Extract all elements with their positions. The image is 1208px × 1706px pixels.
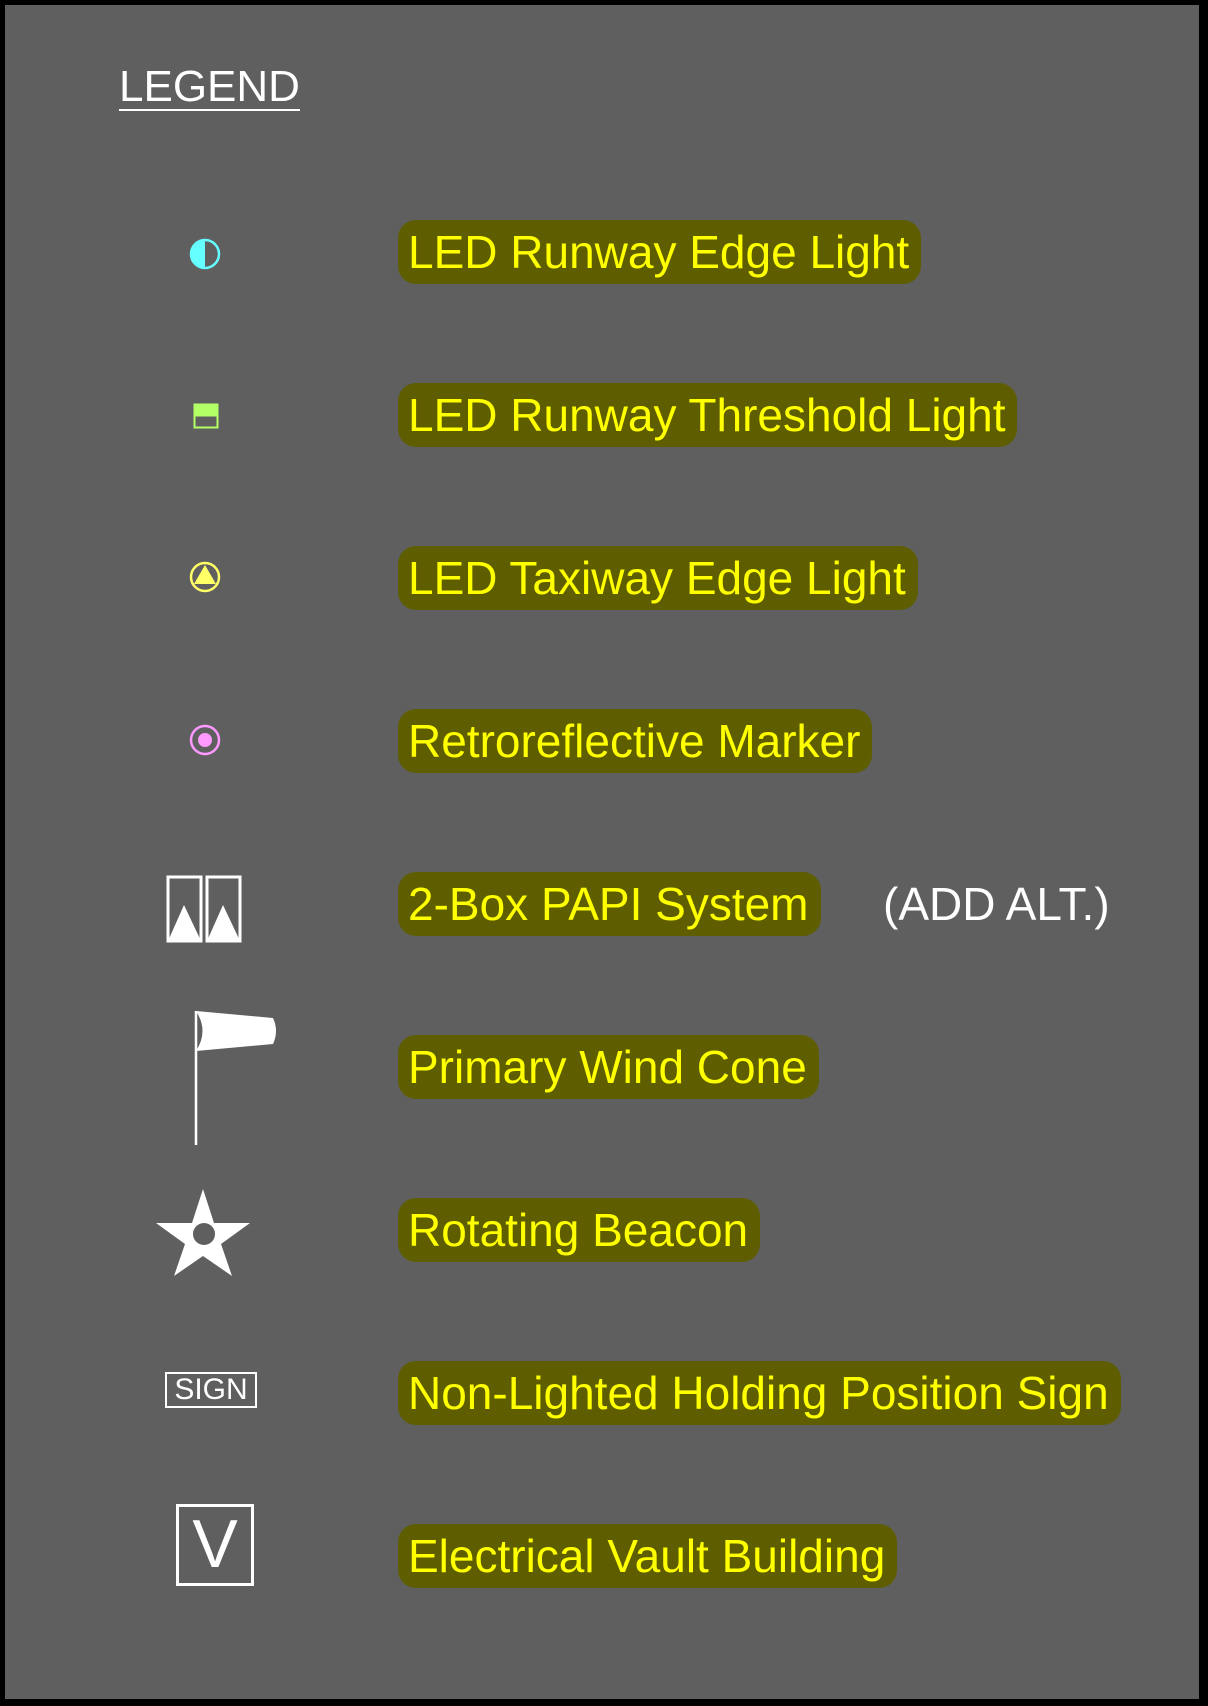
retroreflective-marker-icon	[189, 724, 221, 756]
legend-row-holding-position-sign: SIGN Non-Lighted Holding Position Sign	[5, 1358, 1203, 1428]
papi-icon	[166, 875, 242, 943]
legend-row-retroreflective-marker: Retroreflective Marker	[5, 706, 1203, 776]
add-alternate-note: (ADD ALT.)	[883, 878, 1110, 930]
legend-label: Retroreflective Marker	[398, 709, 873, 773]
sign-icon: SIGN	[165, 1372, 257, 1408]
legend-title: LEGEND	[119, 62, 300, 111]
legend-label: LED Runway Threshold Light	[398, 383, 1018, 447]
legend-label: LED Runway Edge Light	[398, 220, 922, 284]
legend-label: 2-Box PAPI System	[398, 872, 821, 936]
vault-icon: V	[176, 1504, 254, 1586]
led-taxiway-edge-light-icon	[189, 561, 221, 593]
legend-row-electrical-vault-building: V Electrical Vault Building	[5, 1504, 1203, 1591]
legend-row-led-taxiway-edge-light: LED Taxiway Edge Light	[5, 543, 1203, 613]
legend-panel: LEGEND LED Runway Edge Light LED Runway …	[3, 3, 1201, 1701]
legend-label: Rotating Beacon	[398, 1198, 761, 1262]
legend-row-primary-wind-cone: Primary Wind Cone	[5, 1011, 1203, 1145]
legend-label: Electrical Vault Building	[398, 1524, 898, 1588]
legend-label: Non-Lighted Holding Position Sign	[398, 1361, 1121, 1425]
legend-row-led-runway-threshold-light: LED Runway Threshold Light	[5, 380, 1203, 450]
legend-row-rotating-beacon: Rotating Beacon	[5, 1189, 1203, 1276]
led-runway-edge-light-icon	[189, 238, 221, 270]
legend-row-led-runway-edge-light: LED Runway Edge Light	[5, 217, 1203, 287]
led-runway-threshold-light-icon	[193, 403, 219, 429]
legend-label: LED Taxiway Edge Light	[398, 546, 918, 610]
legend-row-papi-system: 2-Box PAPI System (ADD ALT.)	[5, 869, 1203, 943]
wind-cone-icon	[194, 1011, 276, 1145]
legend-label: Primary Wind Cone	[398, 1035, 819, 1099]
rotating-beacon-icon	[156, 1189, 250, 1276]
